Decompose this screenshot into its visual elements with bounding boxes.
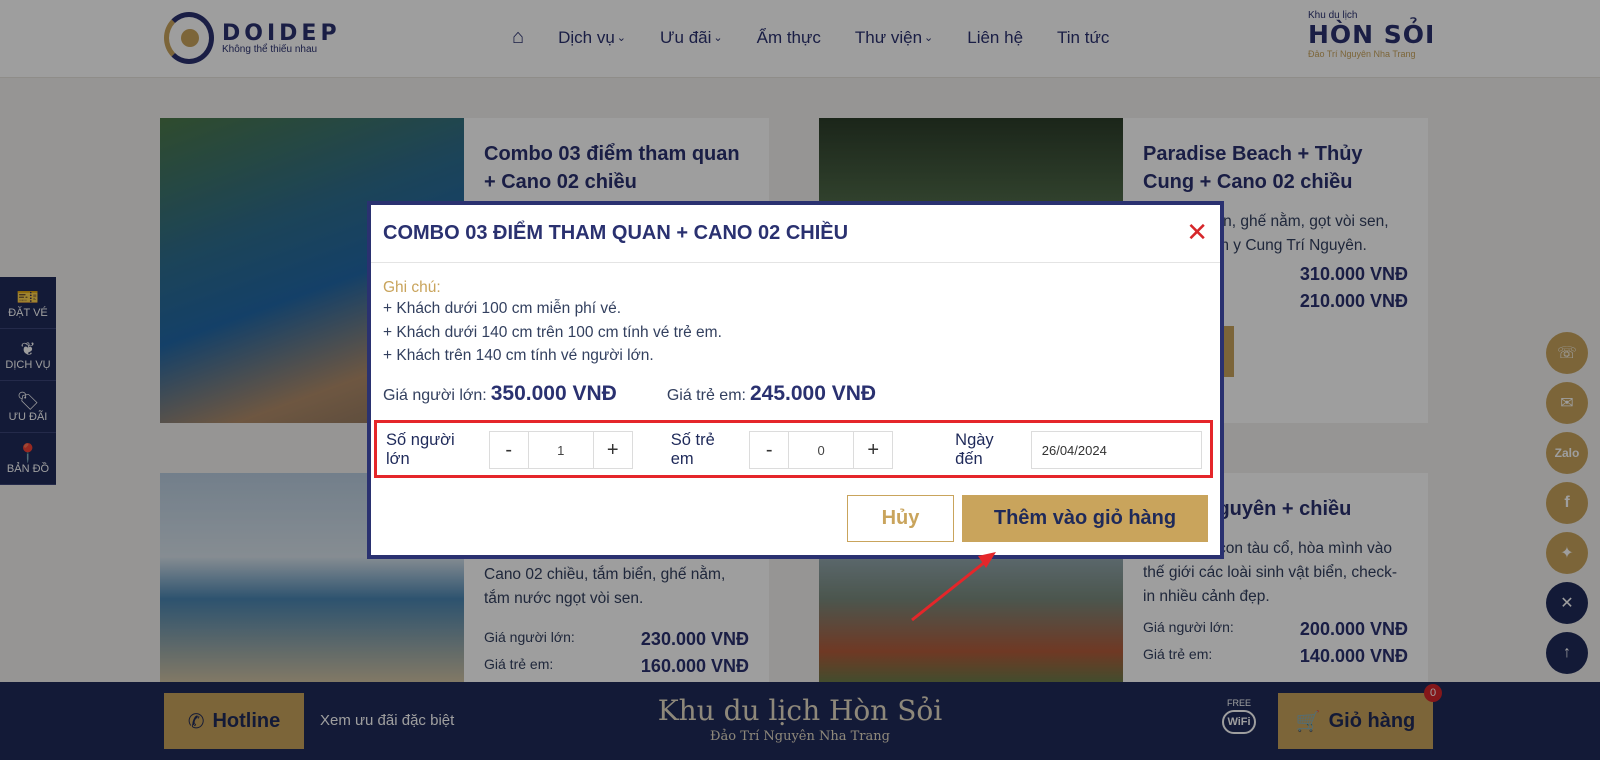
arrival-date-label: Ngày đến: [955, 431, 994, 468]
note-line: + Khách dưới 140 cm trên 100 cm tính vé …: [383, 323, 722, 341]
child-qty-label: Số trẻ em: [670, 431, 715, 468]
child-price-label: Giá trẻ em:: [666, 386, 746, 404]
note-line: + Khách trên 140 cm tính vé người lớn.: [383, 347, 654, 364]
cancel-button[interactable]: Hủy: [847, 495, 954, 542]
adult-price-label: Giá người lớn:: [383, 386, 487, 404]
child-plus-button[interactable]: +: [854, 432, 892, 468]
child-quantity-input[interactable]: 0: [788, 432, 855, 468]
close-icon[interactable]: ✕: [1186, 217, 1208, 247]
child-price: 245.000 VNĐ: [749, 381, 877, 405]
add-to-cart-modal: COMBO 03 ĐIỂM THAM QUAN + CANO 02 CHIỀU …: [367, 201, 1224, 559]
child-quantity-stepper: - 0 +: [749, 431, 894, 469]
quantity-highlight: Số người lớn - 1 + Số trẻ em - 0 + Ngày …: [374, 420, 1213, 478]
adult-minus-button[interactable]: -: [490, 432, 528, 468]
add-to-cart-button[interactable]: Thêm vào giỏ hàng: [962, 495, 1208, 542]
adult-plus-button[interactable]: +: [594, 432, 632, 468]
adult-qty-label: Số người lớn: [386, 431, 455, 468]
child-minus-button[interactable]: -: [750, 432, 788, 468]
adult-quantity-input[interactable]: 1: [527, 432, 594, 468]
note-line: + Khách dưới 100 cm miễn phí vé.: [383, 300, 622, 317]
adult-price: 350.000 VNĐ: [490, 381, 617, 405]
adult-quantity-stepper: - 1 +: [488, 431, 633, 469]
note-label: Ghi chú:: [383, 279, 441, 296]
arrival-date-input[interactable]: 26/04/2024: [1030, 431, 1202, 469]
modal-title: COMBO 03 ĐIỂM THAM QUAN + CANO 02 CHIỀU: [383, 222, 849, 244]
